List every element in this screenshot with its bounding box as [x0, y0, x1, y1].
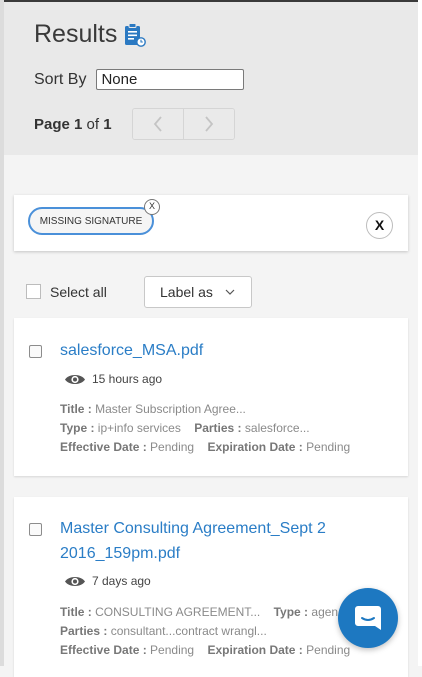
select-all-checkbox[interactable]: [26, 284, 41, 299]
last-viewed-text: 15 hours ago: [92, 372, 163, 386]
window-right-edge: [418, 0, 422, 666]
sort-by-label: Sort By: [34, 70, 87, 88]
filter-chip-missing-signature[interactable]: MISSING SIGNATURE: [28, 207, 154, 235]
chevron-down-icon: [225, 289, 235, 295]
meta-parties-label: Parties :: [194, 421, 242, 435]
meta-effective-label: Effective Date :: [60, 440, 147, 454]
page-total: 1: [103, 115, 112, 133]
result-checkbox[interactable]: [29, 523, 42, 536]
page-current: 1: [74, 115, 83, 133]
next-page-button[interactable]: [183, 109, 234, 139]
meta-line: Title : CONSULTING AGREEMENT... Type : a…: [60, 603, 350, 622]
meta-expiration-value: Pending: [306, 643, 351, 657]
bulk-actions: Select all Label as: [26, 276, 406, 308]
page-title: Results: [34, 20, 118, 48]
remove-filter-button[interactable]: X: [144, 199, 160, 215]
result-card: Master Consulting Agreement_Sept 2 2016_…: [14, 497, 408, 677]
page-indicator: Page 1 of 1: [34, 116, 132, 133]
filter-chip-label: MISSING SIGNATURE: [39, 215, 143, 227]
chat-launcher-button[interactable]: [338, 588, 398, 648]
meta-line: Type : ip+info services Parties : salesf…: [60, 419, 350, 438]
document-title-link[interactable]: Master Consulting Agreement_Sept 2 2016_…: [60, 516, 360, 566]
chevron-left-icon: [153, 116, 162, 132]
meta-expiration-value: Pending: [306, 440, 351, 454]
eye-icon: [65, 374, 85, 384]
meta-title-value: Master Subscription Agree...: [95, 402, 246, 416]
meta-title-label: Title :: [60, 605, 92, 619]
last-viewed-text: 7 days ago: [92, 574, 151, 588]
last-viewed: 15 hours ago: [64, 372, 162, 386]
pager-buttons: [132, 108, 235, 140]
page-word: Page: [34, 115, 70, 133]
result-checkbox[interactable]: [29, 345, 42, 358]
clear-filters-button[interactable]: X: [366, 212, 393, 239]
meta-line: Parties : consultant...contract wrangl..…: [60, 622, 350, 641]
clipboard-icon[interactable]: [123, 22, 147, 48]
meta-effective-value: Pending: [150, 440, 195, 454]
meta-type-value: agen: [311, 605, 339, 619]
meta-title-value: CONSULTING AGREEMENT...: [95, 605, 261, 619]
select-all-label[interactable]: Select all: [50, 284, 107, 300]
eye-icon: [65, 576, 85, 586]
meta-type-label: Type :: [273, 605, 309, 619]
meta-parties-value: salesforce...: [244, 421, 310, 435]
results-header: Results Sort By None Page 1 of 1: [4, 2, 418, 155]
meta-line: Effective Date : Pending Expiration Date…: [60, 438, 350, 457]
meta-effective-value: Pending: [150, 643, 195, 657]
meta-type-label: Type :: [60, 421, 95, 435]
meta-expiration-label: Expiration Date :: [207, 440, 303, 454]
document-metadata: Title : CONSULTING AGREEMENT... Type : a…: [60, 603, 350, 660]
meta-parties-label: Parties :: [60, 624, 108, 638]
previous-page-button[interactable]: [133, 109, 183, 139]
document-title-link[interactable]: salesforce_MSA.pdf: [60, 338, 203, 363]
result-card: salesforce_MSA.pdf 15 hours ago Title : …: [14, 318, 408, 476]
title-row: Results: [34, 20, 147, 49]
meta-title-label: Title :: [60, 402, 92, 416]
meta-line: Effective Date : Pending Expiration Date…: [60, 641, 350, 660]
meta-type-value: ip+info services: [97, 421, 181, 435]
sort-row: Sort By None: [34, 69, 245, 90]
sort-by-select[interactable]: None: [96, 69, 245, 90]
pagination: Page 1 of 1: [34, 108, 235, 140]
last-viewed: 7 days ago: [64, 574, 151, 588]
chevron-right-icon: [205, 116, 214, 132]
meta-effective-label: Effective Date :: [60, 643, 147, 657]
meta-parties-value: consultant...contract wrangl...: [110, 624, 267, 638]
label-as-text: Label as: [160, 284, 213, 300]
label-as-dropdown[interactable]: Label as: [144, 276, 252, 308]
chat-bubble-icon: [355, 606, 381, 630]
meta-line: Title : Master Subscription Agree...: [60, 400, 350, 419]
meta-expiration-label: Expiration Date :: [207, 643, 303, 657]
active-filters: MISSING SIGNATURE X X: [14, 195, 408, 251]
page-of: of: [86, 115, 100, 133]
document-metadata: Title : Master Subscription Agree... Typ…: [60, 400, 350, 457]
